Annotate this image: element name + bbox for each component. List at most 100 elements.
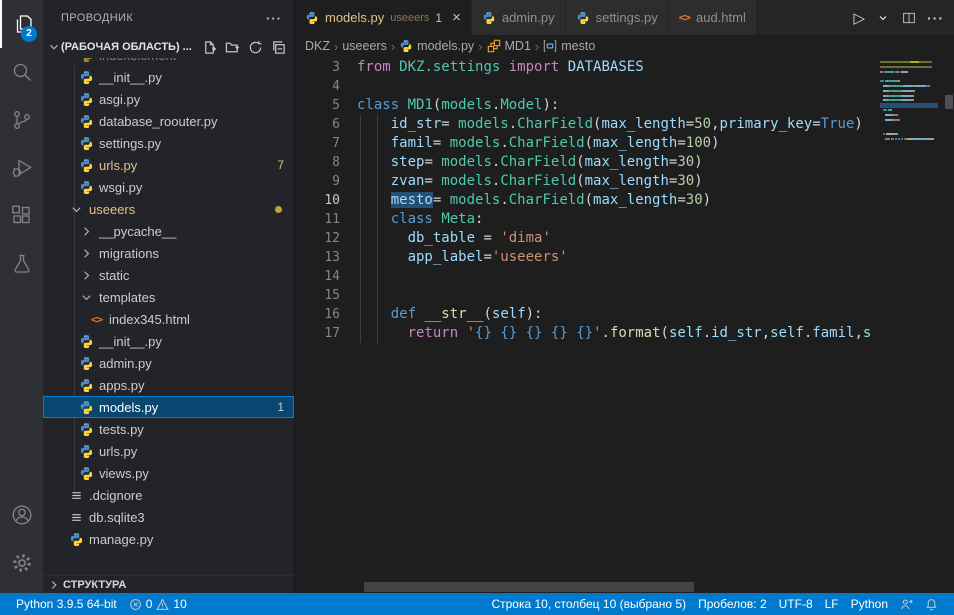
code-line-10[interactable]: 10 mesto= models.CharField(max_length=30… (295, 191, 880, 210)
line-number: 7 (295, 134, 340, 153)
code-line-14[interactable]: 14 (295, 267, 880, 286)
tree-item-dcignore[interactable]: .dcignore (43, 484, 294, 506)
activity-bar-run-and-debug[interactable] (0, 144, 43, 192)
tree-item-templates[interactable]: templates (43, 286, 294, 308)
overview-ruler[interactable] (943, 57, 954, 593)
tree-item-database-roouter-py[interactable]: database_roouter.py (43, 110, 294, 132)
encoding-label: UTF-8 (779, 597, 813, 611)
tree-item-static[interactable]: static (43, 264, 294, 286)
tree-item-useeers[interactable]: useeers (43, 198, 294, 220)
warning-icon (156, 598, 169, 611)
activity-bar-accounts[interactable] (0, 491, 43, 539)
tree-item-views-py[interactable]: views.py (43, 462, 294, 484)
python-icon (78, 136, 95, 151)
tab-models-py[interactable]: models.pyuseeers1× (295, 0, 472, 35)
line-number: 9 (295, 172, 340, 191)
breadcrumb-useeers[interactable]: useeers (342, 39, 386, 53)
status-language-mode[interactable]: Python (845, 593, 894, 615)
tree-item-manage-py[interactable]: manage.py (43, 528, 294, 550)
breadcrumb-dkz[interactable]: DKZ (305, 39, 330, 53)
outline-section-header[interactable]: СТРУКТУРА (43, 575, 294, 593)
indent-guide (377, 286, 378, 305)
tree-item-urls-py[interactable]: urls.py7 (43, 154, 294, 176)
code-text: from DKZ.settings import DATABASES (357, 58, 644, 77)
status-eol-sequence[interactable]: LF (819, 593, 845, 615)
activity-bar-extensions[interactable] (0, 192, 43, 240)
code-line-11[interactable]: 11 class Meta: (295, 210, 880, 229)
workspace-section-header[interactable]: (РАБОЧАЯ ОБЛАСТЬ) ... (43, 36, 294, 58)
code-line-3[interactable]: 3from DKZ.settings import DATABASES (295, 58, 880, 77)
tab-description: useeers (390, 12, 429, 24)
code-line-12[interactable]: 12 db_table = 'dima' (295, 229, 880, 248)
status-notifications[interactable] (919, 593, 944, 615)
tree-item-pycache[interactable]: __pycache__ (43, 220, 294, 242)
code-line-13[interactable]: 13 app_label='useeers' (295, 248, 880, 267)
python-icon (78, 158, 95, 173)
more-actions-button[interactable]: ··· (927, 10, 944, 26)
main-row: 2 ПРОВОДНИК ··· (РАБОЧАЯ ОБЛАСТЬ) ... in… (0, 0, 954, 593)
tree-item-db-sqlite3[interactable]: db.sqlite3 (43, 506, 294, 528)
activity-bar-bottom (0, 491, 43, 587)
tree-item-urls-py[interactable]: urls.py (43, 440, 294, 462)
collapse-all-button[interactable] (271, 40, 286, 55)
tree-item-init-py[interactable]: __init__.py (43, 66, 294, 88)
activity-bar-explorer[interactable]: 2 (0, 0, 43, 48)
line-number: 14 (295, 267, 340, 286)
activity-bar-testing[interactable] (0, 240, 43, 288)
new-folder-button[interactable] (225, 40, 240, 55)
tab-aud-html[interactable]: <>aud.html (669, 0, 757, 35)
activity-bar-manage-settings[interactable] (0, 539, 43, 587)
tab-settings-py[interactable]: settings.py (566, 0, 669, 35)
sidebar-more-actions-button[interactable]: ··· (266, 11, 282, 26)
code-line-9[interactable]: 9 zvan= models.CharField(max_length=30) (295, 172, 880, 191)
refresh-button[interactable] (248, 40, 263, 55)
tree-item-admin-py[interactable]: admin.py (43, 352, 294, 374)
code-text: mesto= models.CharField(max_length=30) (357, 191, 711, 210)
code-line-6[interactable]: 6 id_str= models.CharField(max_length=50… (295, 115, 880, 134)
split-editor-button[interactable] (901, 10, 917, 26)
code-line-15[interactable]: 15 (295, 286, 880, 305)
status-indentation[interactable]: Пробелов: 2 (692, 593, 773, 615)
tab-admin-py[interactable]: admin.py (472, 0, 566, 35)
minimap[interactable] (880, 57, 943, 593)
line-number: 11 (295, 210, 340, 229)
code-text: class Meta: (357, 210, 483, 229)
overview-ruler-mark (945, 95, 953, 109)
code-line-16[interactable]: 16 def __str__(self): (295, 305, 880, 324)
tree-item-settings-py[interactable]: settings.py (43, 132, 294, 154)
code-line-4[interactable]: 4 (295, 77, 880, 96)
activity-bar-source-control[interactable] (0, 96, 43, 144)
status-encoding[interactable]: UTF-8 (773, 593, 819, 615)
indent-guide (360, 324, 361, 343)
chevron-down-icon (47, 40, 61, 54)
breadcrumb-mesto[interactable]: mesto (543, 39, 595, 53)
tree-item-index345-html[interactable]: <>index345.html (43, 308, 294, 330)
indent-guide (377, 172, 378, 191)
tree-item-models-py[interactable]: models.py1 (43, 396, 294, 418)
status-problems[interactable]: 010 (123, 593, 193, 615)
new-file-button[interactable] (202, 40, 217, 55)
activity-bar-search[interactable] (0, 48, 43, 96)
breadcrumb-models-py[interactable]: models.py (399, 39, 474, 53)
breadcrumb-label: MD1 (505, 39, 531, 53)
status-cursor-position[interactable]: Строка 10, столбец 10 (выбрано 5) (485, 593, 692, 615)
run-dropdown-button[interactable] (875, 10, 891, 26)
run-button[interactable]: ▷ (853, 9, 865, 27)
horizontal-scrollbar-thumb[interactable] (364, 582, 694, 592)
code-line-5[interactable]: 5class MD1(models.Model): (295, 96, 880, 115)
code-line-7[interactable]: 7 famil= models.CharField(max_length=100… (295, 134, 880, 153)
code-line-17[interactable]: 17 return '{} {} {} {} {}'.format(self.i… (295, 324, 880, 343)
status-python-interpreter[interactable]: Python 3.9.5 64-bit (10, 593, 123, 615)
code-area[interactable]: 3from DKZ.settings import DATABASES45cla… (295, 58, 880, 579)
code-line-8[interactable]: 8 step= models.CharField(max_length=30) (295, 153, 880, 172)
tab-close-button[interactable]: × (452, 10, 461, 25)
tree-item-init-py[interactable]: __init__.py (43, 330, 294, 352)
tree-item-tests-py[interactable]: tests.py (43, 418, 294, 440)
tree-item-wsgi-py[interactable]: wsgi.py (43, 176, 294, 198)
breadcrumb-md1[interactable]: MD1 (487, 39, 531, 53)
tree-item-apps-py[interactable]: apps.py (43, 374, 294, 396)
status-feedback[interactable] (894, 593, 919, 615)
tree-item-asgi-py[interactable]: asgi.py (43, 88, 294, 110)
tree-item-indexelement[interactable]: indexelement (43, 58, 294, 66)
tree-item-migrations[interactable]: migrations (43, 242, 294, 264)
